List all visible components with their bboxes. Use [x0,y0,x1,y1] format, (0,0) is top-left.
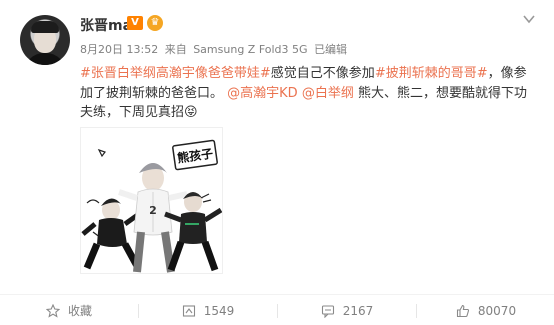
post-meta: 8月20日 13:52 来自 Samsung Z Fold3 5G 已编辑 [80,41,350,57]
jersey-number: 2 [149,204,157,217]
crown-icon[interactable]: ♛ [147,15,163,31]
doodle-mark [200,193,212,203]
mention-link[interactable]: @高瀚宇KD [227,86,298,101]
repost-count: 1549 [203,303,235,318]
comment-count: 2167 [342,303,374,318]
collect-button[interactable]: 收藏 [0,295,138,325]
chevron-down-icon[interactable] [522,12,536,26]
topic-tag-link[interactable]: #披荆斩棘的哥哥# [375,66,488,81]
post-image[interactable]: 熊孩子 2 [80,127,223,274]
post-action-bar: 收藏 1549 2167 80070 [0,294,554,325]
topic-tag-link[interactable]: #张晋白举纲高瀚宇像爸爸带娃# [80,66,271,81]
emoji-icon: 😝 [184,105,198,120]
post-text: #张晋白举纲高瀚宇像爸爸带娃#感觉自己不像参加#披荆斩棘的哥哥#，像参加了披荆斩… [80,64,536,123]
like-count: 80070 [477,303,517,318]
person-right [164,192,222,272]
mention-link[interactable]: @白举纲 [302,86,354,101]
comment-button[interactable]: 2167 [278,295,416,325]
avatar[interactable] [20,15,70,65]
like-button[interactable]: 80070 [417,295,554,325]
doodle-mark [86,199,100,204]
repost-icon [182,304,196,318]
post-device[interactable]: Samsung Z Fold3 5G [193,43,307,56]
thumb-up-icon [456,304,470,318]
edited-label[interactable]: 已编辑 [314,43,347,56]
post-source-prefix: 来自 [164,43,187,56]
avatar-shirt [24,53,66,65]
post-text-segment: 感觉自己不像参加 [270,66,375,81]
repost-button[interactable]: 1549 [139,295,277,325]
verified-badge[interactable]: V [127,16,143,30]
post-date[interactable]: 8月20日 13:52 [80,43,158,56]
star-icon [45,303,61,318]
weibo-post-card: 张晋max V ♛ 8月20日 13:52 来自 Samsung Z Fold3… [0,0,554,325]
avatar-hair [31,21,59,33]
sign-board: 熊孩子 [172,139,218,171]
person-left [81,198,141,270]
doodle-mark [97,148,106,158]
collect-label: 收藏 [67,304,92,318]
comment-icon [321,304,335,318]
